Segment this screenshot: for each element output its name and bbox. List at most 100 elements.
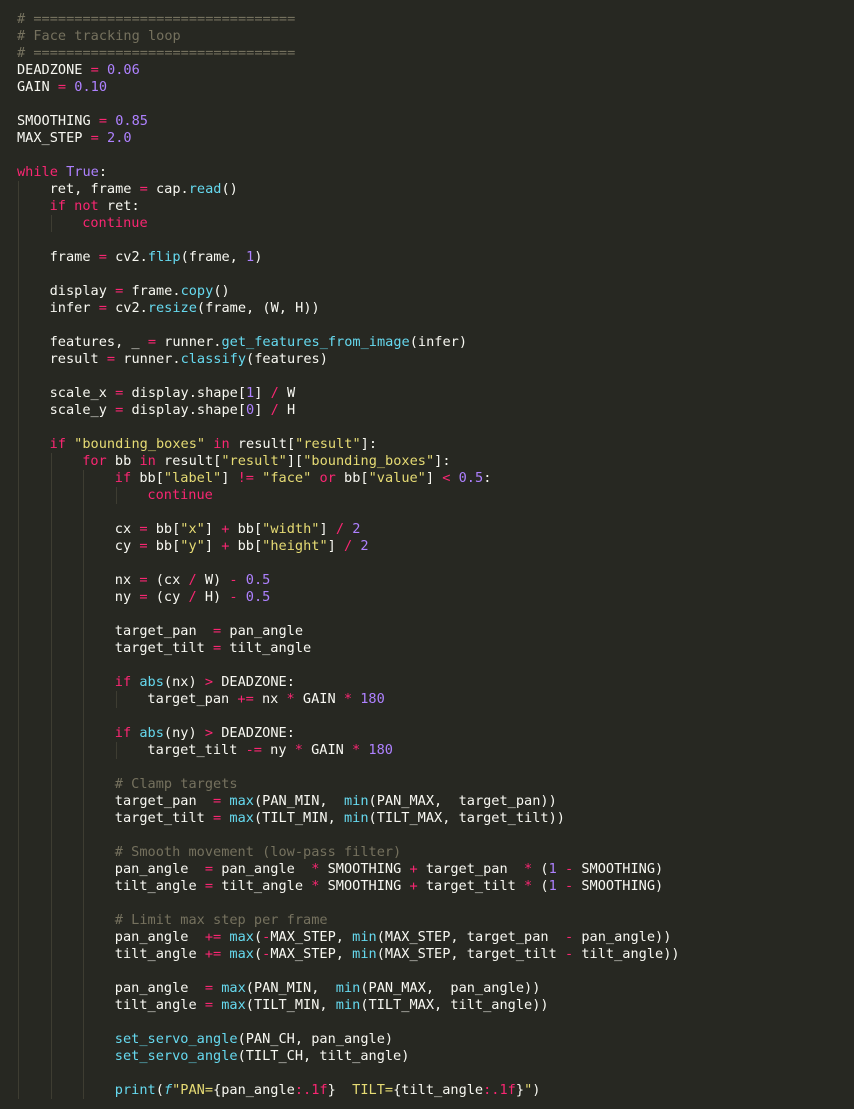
indent-guide [50,1014,52,1031]
code-token-str: "x" [180,521,205,537]
code-token-text: display.shape[ [123,402,247,418]
indent-guide [18,300,19,317]
code-token-op: * [286,691,295,707]
code-token-op: > [204,725,214,741]
code-token-call: max [229,929,254,945]
indent-guide [83,487,85,504]
indent-guide [83,691,85,708]
indent-guide [83,589,85,606]
code-token-text: ] [425,470,443,486]
code-line: target_pan = max(PAN_MIN, min(PAN_MAX, t… [17,793,847,810]
code-token-text: ] [319,521,336,537]
code-editor[interactable]: # ================================ # Face… [0,0,854,1109]
indent-guide [18,521,19,538]
code-line: set_servo_angle(PAN_CH, pan_angle) [17,1031,847,1048]
code-line: pan_angle = max(PAN_MIN, min(PAN_MAX, pa… [17,980,847,997]
code-token-text: target_tilt [114,640,214,656]
code-token-text: ( [253,929,263,945]
code-token-text: ] [254,385,271,401]
code-token-text: GAIN [302,742,353,758]
indent-guide [50,470,52,487]
indent-guide [83,1014,85,1031]
code-line-content: target_pan = pan_angle [115,623,303,640]
code-token-num: 1 [548,878,557,894]
code-token-call: abs [139,725,164,741]
indent-guide [83,827,85,844]
indent-guide [83,606,85,623]
code-token-text: (frame, [180,249,247,265]
code-token-call: max [229,946,254,962]
code-token-text: (MAX_STEP, target_pan [376,929,565,945]
indent-guide [18,1048,19,1065]
code-token-kw: while [17,164,58,180]
indent-guide [83,555,85,572]
code-token-op: += [204,946,222,962]
indent-guide [50,980,52,997]
code-token-num: 1 [246,385,255,401]
code-token-text: tilt_angle [114,997,205,1013]
indent-guide [18,198,19,215]
code-token-kw: not [74,198,99,214]
code-line-content: pan_angle = max(PAN_MIN, min(PAN_MAX, pa… [115,980,541,997]
code-token-kw: if [114,470,132,486]
code-line: ny = (cy / H) - 0.5 [17,589,847,606]
code-line: # Face tracking loop [17,28,847,45]
code-line-content: for bb in result["result"]["bounding_box… [82,453,450,470]
code-token-text: target_tilt [114,810,214,826]
indent-guide [50,453,52,470]
code-token-text: ] [221,470,238,486]
code-token-text: ]: [360,436,378,452]
code-token-call: set_servo_angle [114,1031,238,1047]
code-token-op: = [90,130,99,146]
indent-guide [50,215,52,232]
indent-guide [18,606,19,623]
code-line: if "bounding_boxes" in result["result"]: [17,436,847,453]
code-line-content: DEADZONE = 0.06 [17,62,140,79]
code-token-kw: continue [147,487,213,503]
code-line-content: ny = (cy / H) - 0.5 [115,589,271,606]
code-token-str: "result" [221,453,287,469]
indent-guide [50,1048,52,1065]
code-token-text: target_pan [147,691,238,707]
code-line-content: result = runner.classify(features) [50,351,328,368]
indent-guide [18,317,19,334]
code-token-text: W [278,385,296,401]
code-line-content: continue [147,487,212,504]
code-token-kw: :.1f [294,1082,328,1098]
code-line: # Limit max step per frame [17,912,847,929]
code-token-num: 0 [246,402,255,418]
code-token-text: DEADZONE: [213,725,295,741]
code-line-content: frame = cv2.flip(frame, 1) [50,249,263,266]
code-token-text: GAIN [17,79,58,95]
indent-guide [50,487,52,504]
code-line [17,504,847,521]
code-area[interactable]: # ================================ # Face… [17,11,847,1099]
code-token-op: += [237,691,254,707]
indent-guide [18,657,19,674]
code-token-num: 2 [352,521,361,537]
code-token-op: + [409,861,418,877]
indent-guide [18,453,19,470]
indent-guide [50,810,52,827]
indent-guide [50,1031,52,1048]
indent-guide [50,725,52,742]
code-token-text: result [49,351,107,367]
code-token-text: cy [114,538,140,554]
code-token-comment: # Smooth movement (low-pass filter) [114,844,402,860]
code-line: tilt_angle = max(TILT_MIN, min(TILT_MAX,… [17,997,847,1014]
code-line-content: tilt_angle = tilt_angle * SMOOTHING + ta… [115,878,663,895]
indent-guide [50,1065,52,1082]
code-token-text: H) [196,589,230,605]
code-token-text: ret: [98,198,140,214]
code-token-num: 0.85 [115,113,148,129]
code-token-op: = [98,113,108,129]
code-token-const: True [66,164,99,180]
